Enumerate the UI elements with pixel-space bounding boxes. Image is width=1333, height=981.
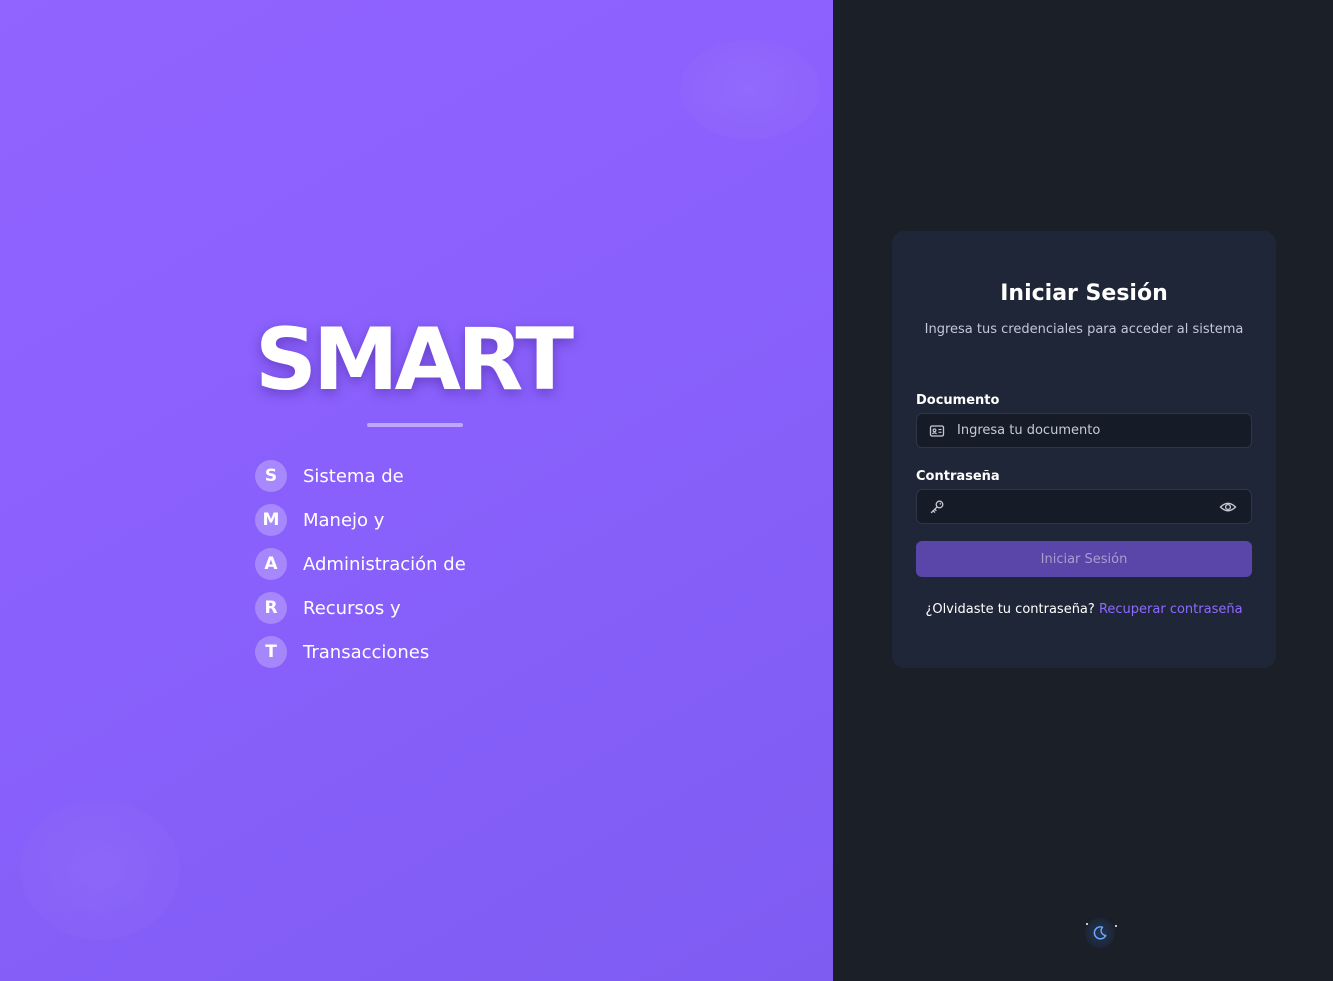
brand-panel: SMART S Sistema de M Manejo y A Administ… (0, 0, 833, 981)
background-glow (20, 800, 180, 940)
acronym-list: S Sistema de M Manejo y A Administración… (255, 460, 466, 680)
acronym-item: R Recursos y (255, 592, 466, 624)
sparkle-decoration (1115, 925, 1117, 927)
document-field (916, 413, 1252, 448)
login-button[interactable]: Iniciar Sesión (916, 541, 1252, 577)
acronym-word: Recursos y (303, 597, 401, 619)
login-title: Iniciar Sesión (1000, 281, 1168, 306)
brand-title: SMART (255, 310, 574, 410)
password-label: Contraseña (916, 469, 1000, 484)
acronym-word: Manejo y (303, 509, 385, 531)
acronym-letter-badge: S (255, 460, 287, 492)
login-card: Iniciar Sesión Ingresa tus credenciales … (892, 231, 1276, 668)
moon-icon (1093, 926, 1107, 940)
eye-icon[interactable] (1219, 499, 1237, 515)
password-field (916, 489, 1252, 524)
acronym-word: Administración de (303, 553, 466, 575)
key-icon (930, 500, 944, 514)
recover-password-link[interactable]: Recuperar contraseña (1099, 602, 1243, 617)
acronym-item: S Sistema de (255, 460, 466, 492)
brand-logo: SMART (255, 310, 585, 427)
acronym-item: A Administración de (255, 548, 466, 580)
acronym-word: Sistema de (303, 465, 404, 487)
brand-divider (367, 423, 463, 427)
document-label: Documento (916, 393, 1000, 408)
sparkle-decoration (1086, 923, 1088, 925)
acronym-word: Transacciones (303, 641, 430, 663)
acronym-letter-badge: A (255, 548, 287, 580)
document-input[interactable] (957, 414, 1217, 447)
background-glow (680, 40, 820, 140)
acronym-letter-badge: M (255, 504, 287, 536)
acronym-letter-badge: T (255, 636, 287, 668)
acronym-item: T Transacciones (255, 636, 466, 668)
theme-toggle-button[interactable] (1085, 918, 1117, 948)
acronym-letter-badge: R (255, 592, 287, 624)
forgot-password-row: ¿Olvidaste tu contraseña? Recuperar cont… (892, 602, 1276, 617)
forgot-password-question: ¿Olvidaste tu contraseña? (925, 602, 1095, 617)
id-card-icon (929, 425, 945, 437)
acronym-item: M Manejo y (255, 504, 466, 536)
login-subtitle: Ingresa tus credenciales para acceder al… (924, 322, 1244, 337)
password-input[interactable] (957, 490, 1217, 523)
